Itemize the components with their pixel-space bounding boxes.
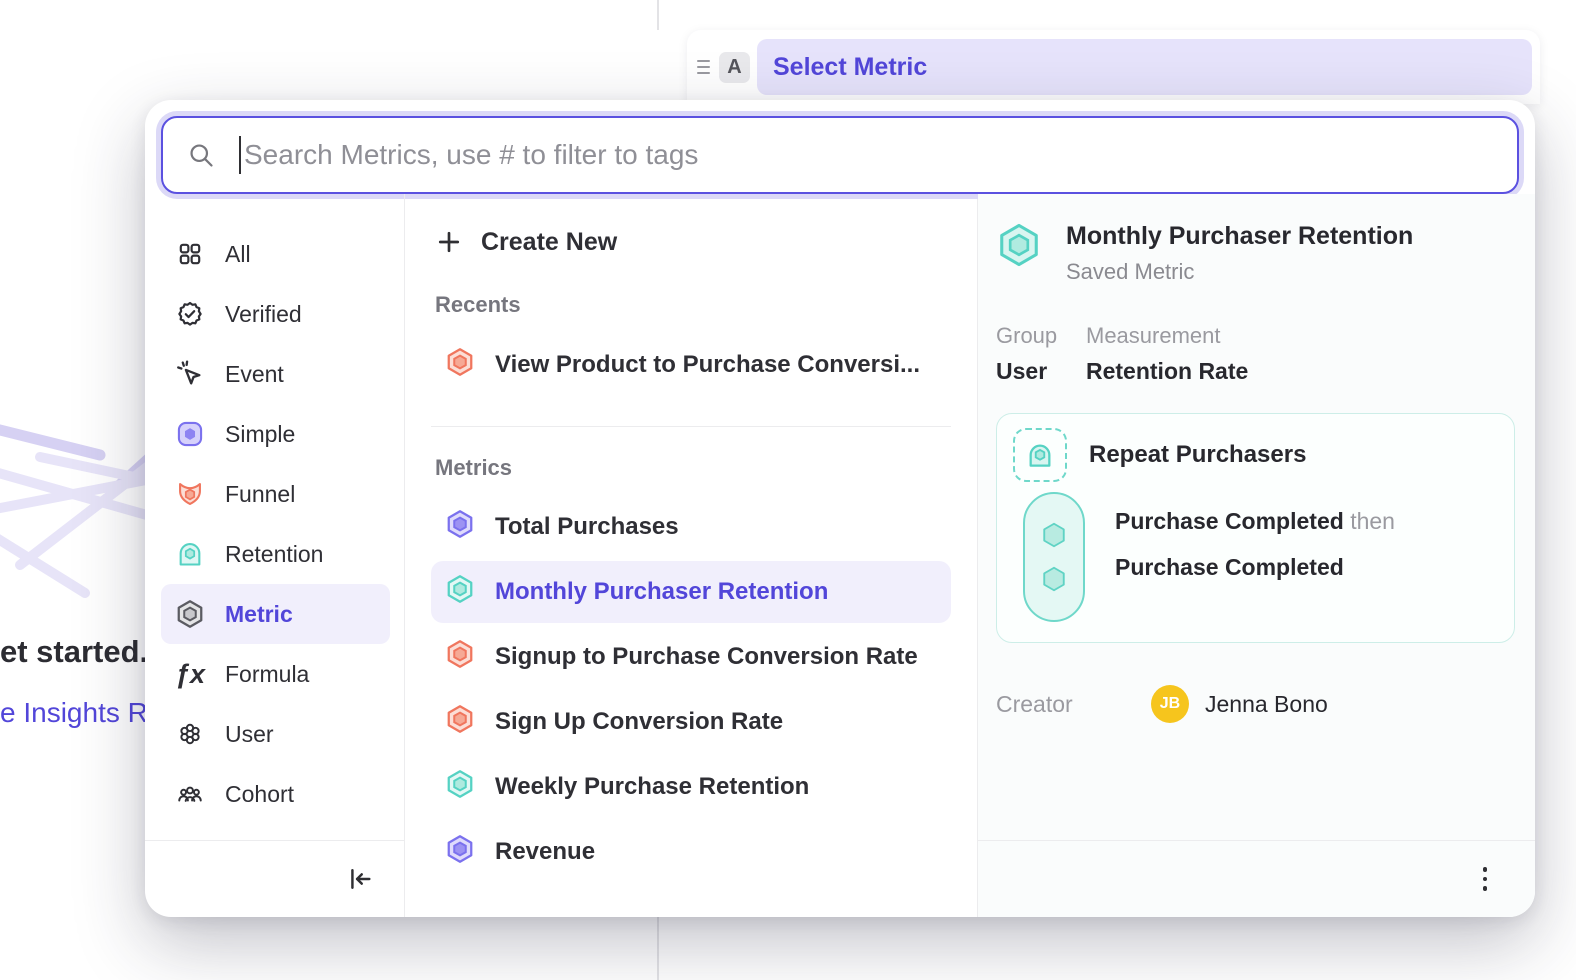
sidebar-item-all[interactable]: All — [161, 224, 390, 284]
sidebar-item-label: Verified — [225, 301, 302, 328]
metric-item-label: Weekly Purchase Retention — [495, 773, 809, 801]
funnel-icon — [175, 479, 205, 509]
metric-hexagon-icon — [175, 599, 205, 629]
collapse-left-icon[interactable] — [346, 865, 374, 893]
search-bar[interactable] — [161, 116, 1519, 194]
sidebar-item-label: Retention — [225, 541, 323, 568]
detail-subtitle: Saved Metric — [1066, 259, 1413, 285]
sidebar-item-label: Simple — [225, 421, 295, 448]
kebab-menu-icon[interactable] — [1477, 861, 1494, 897]
sidebar-item-label: Cohort — [225, 781, 294, 808]
cohort-icon — [175, 779, 205, 809]
simple-icon — [175, 419, 205, 449]
search-icon — [187, 141, 215, 169]
metric-list-column: Create New Recents View Product to Purch… — [405, 194, 978, 917]
sidebar-item-funnel[interactable]: Funnel — [161, 464, 390, 524]
measurement-value: Retention Rate — [1086, 358, 1248, 385]
creator-avatar[interactable]: JB — [1151, 685, 1189, 723]
retention-metric-hexagon-icon-large — [996, 222, 1042, 285]
grid-icon — [175, 239, 205, 269]
recent-item-label: View Product to Purchase Conversi... — [495, 351, 920, 379]
simple-metric-hexagon-icon — [445, 509, 475, 546]
sidebar-item-label: All — [225, 241, 251, 268]
retention-metric-hexagon-icon — [445, 574, 475, 611]
metric-item-sign-up-conversion-rate[interactable]: Sign Up Conversion Rate — [431, 691, 951, 753]
event-hexagon-icon — [1039, 564, 1069, 594]
measurement-label: Measurement — [1086, 323, 1248, 349]
group-label: Group — [996, 323, 1086, 349]
user-cluster-icon — [175, 719, 205, 749]
saved-metric-definition-card: Repeat Purchasers Purchase Completed — [996, 413, 1515, 643]
simple-metric-hexagon-icon — [445, 834, 475, 871]
event-hexagon-icon — [1039, 520, 1069, 550]
then-connector: then — [1350, 508, 1395, 534]
metrics-header: Metrics — [435, 455, 947, 481]
sidebar-item-label: User — [225, 721, 274, 748]
metric-detail-panel: Monthly Purchaser Retention Saved Metric… — [978, 194, 1535, 917]
detail-footer — [978, 840, 1535, 917]
metric-item-monthly-purchaser-retention[interactable]: Monthly Purchaser Retention — [431, 561, 951, 623]
sidebar-item-cohort[interactable]: Cohort — [161, 764, 390, 824]
metric-item-label: Monthly Purchaser Retention — [495, 578, 828, 606]
metric-item-label: Sign Up Conversion Rate — [495, 708, 783, 736]
sidebar-item-label: Metric — [225, 601, 293, 628]
create-new-label: Create New — [481, 228, 617, 257]
sidebar-item-label: Event — [225, 361, 284, 388]
creator-name: Jenna Bono — [1205, 691, 1328, 718]
background-divider-line-top — [657, 0, 659, 30]
background-divider-line-bottom — [657, 917, 659, 980]
filter-sidebar: All Verified Event — [145, 194, 405, 917]
sidebar-item-simple[interactable]: Simple — [161, 404, 390, 464]
cohort-dashed-icon — [1013, 428, 1067, 482]
metric-item-label: Total Purchases — [495, 513, 679, 541]
background-heading-fragment: et started. — [0, 634, 148, 670]
sidebar-item-formula[interactable]: ƒx Formula — [161, 644, 390, 704]
retention-metric-hexagon-icon — [445, 769, 475, 806]
create-new-button[interactable]: Create New — [435, 220, 947, 264]
creator-label: Creator — [996, 691, 1151, 718]
sidebar-item-metric[interactable]: Metric — [161, 584, 390, 644]
metric-row-toolbar: A Select Metric — [687, 30, 1540, 104]
step-1: Purchase Completed then — [1115, 508, 1395, 535]
sidebar-item-label: Funnel — [225, 481, 295, 508]
metric-item-total-purchases[interactable]: Total Purchases — [431, 496, 951, 558]
metric-item-weekly-purchase-retention[interactable]: Weekly Purchase Retention — [431, 756, 951, 818]
metric-item-label: Revenue — [495, 838, 595, 866]
event-cursor-icon — [175, 359, 205, 389]
background-link-fragment[interactable]: e Insights Re — [0, 697, 163, 729]
metric-item-signup-to-purchase-conversion-rate[interactable]: Signup to Purchase Conversion Rate — [431, 626, 951, 688]
sidebar-item-label: Formula — [225, 661, 309, 688]
detail-title: Monthly Purchaser Retention — [1066, 222, 1413, 251]
group-value: User — [996, 358, 1086, 385]
sidebar-item-user[interactable]: User — [161, 704, 390, 764]
formula-icon: ƒx — [175, 659, 205, 689]
sidebar-footer — [145, 840, 404, 917]
sidebar-item-event[interactable]: Event — [161, 344, 390, 404]
event-sequence-capsule — [1023, 492, 1085, 622]
saved-card-title: Repeat Purchasers — [1089, 441, 1306, 469]
recents-header: Recents — [435, 292, 947, 318]
sidebar-item-verified[interactable]: Verified — [161, 284, 390, 344]
funnel-metric-hexagon-icon — [445, 347, 475, 384]
search-input[interactable] — [244, 139, 1493, 171]
metric-item-label: Signup to Purchase Conversion Rate — [495, 643, 918, 671]
drag-handle-icon[interactable] — [693, 60, 713, 74]
recent-item[interactable]: View Product to Purchase Conversi... — [431, 334, 951, 396]
funnel-metric-hexagon-icon — [445, 639, 475, 676]
metric-item-revenue[interactable]: Revenue — [431, 821, 951, 883]
verified-badge-icon — [175, 299, 205, 329]
select-metric-button[interactable]: Select Metric — [757, 39, 1532, 95]
sidebar-item-retention[interactable]: Retention — [161, 524, 390, 584]
text-caret — [239, 136, 241, 174]
row-letter-badge: A — [719, 52, 750, 83]
metric-picker-modal: All Verified Event — [145, 100, 1535, 917]
list-divider — [431, 426, 951, 427]
retention-icon — [175, 539, 205, 569]
plus-icon — [435, 228, 463, 256]
step-2: Purchase Completed — [1115, 554, 1395, 581]
funnel-metric-hexagon-icon — [445, 704, 475, 741]
